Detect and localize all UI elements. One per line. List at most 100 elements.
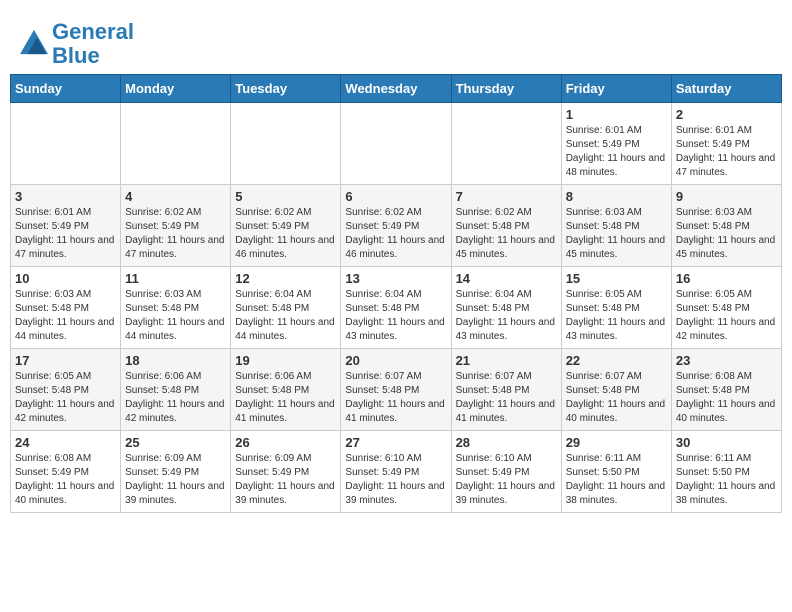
calendar-body: 1 Sunrise: 6:01 AM Sunset: 5:49 PM Daylig… — [11, 103, 782, 513]
day-number: 11 — [125, 271, 226, 286]
cell-info: Sunrise: 6:04 AM Sunset: 5:48 PM Dayligh… — [456, 288, 557, 344]
calendar-week-row: 3 Sunrise: 6:01 AM Sunset: 5:49 PM Daylig… — [11, 185, 782, 267]
logo-icon — [20, 28, 48, 56]
calendar-week-row: 1 Sunrise: 6:01 AM Sunset: 5:49 PM Daylig… — [11, 103, 782, 185]
day-number: 18 — [125, 353, 226, 368]
day-number: 27 — [345, 435, 446, 450]
calendar-cell: 30 Sunrise: 6:11 AM Sunset: 5:50 PM Dayli… — [671, 431, 781, 513]
calendar-cell: 16Sunrise: 6:05 AM Sunset: 5:48 PM Dayli… — [671, 267, 781, 349]
day-number: 23 — [676, 353, 777, 368]
cell-info: Sunrise: 6:05 AM Sunset: 5:48 PM Dayligh… — [15, 370, 116, 426]
cell-info: Sunrise: 6:09 AM Sunset: 5:49 PM Dayligh… — [125, 452, 226, 508]
calendar-header: SundayMondayTuesdayWednesdayThursdayFrid… — [11, 75, 782, 103]
calendar-cell: 15 Sunrise: 6:05 AM Sunset: 5:48 PM Dayli… — [561, 267, 671, 349]
cell-info: Sunrise: 6:09 AM Sunset: 5:49 PM Dayligh… — [235, 452, 336, 508]
day-number: 29 — [566, 435, 667, 450]
cell-info: Sunrise: 6:06 AM Sunset: 5:48 PM Dayligh… — [125, 370, 226, 426]
day-number: 10 — [15, 271, 116, 286]
calendar-cell: 21Sunrise: 6:07 AM Sunset: 5:48 PM Dayli… — [451, 349, 561, 431]
day-number: 17 — [15, 353, 116, 368]
calendar-cell: 24 Sunrise: 6:08 AM Sunset: 5:49 PM Dayli… — [11, 431, 121, 513]
day-number: 15 — [566, 271, 667, 286]
weekday-header: Saturday — [671, 75, 781, 103]
calendar-cell: 22Sunrise: 6:07 AM Sunset: 5:48 PM Dayli… — [561, 349, 671, 431]
cell-info: Sunrise: 6:02 AM Sunset: 5:49 PM Dayligh… — [235, 206, 336, 262]
calendar-cell: 14 Sunrise: 6:04 AM Sunset: 5:48 PM Dayli… — [451, 267, 561, 349]
day-number: 7 — [456, 189, 557, 204]
cell-info: Sunrise: 6:01 AM Sunset: 5:49 PM Dayligh… — [566, 124, 667, 180]
cell-info: Sunrise: 6:01 AM Sunset: 5:49 PM Dayligh… — [676, 124, 777, 180]
cell-info: Sunrise: 6:10 AM Sunset: 5:49 PM Dayligh… — [345, 452, 446, 508]
calendar-cell — [231, 103, 341, 185]
calendar-cell: 18 Sunrise: 6:06 AM Sunset: 5:48 PM Dayli… — [121, 349, 231, 431]
cell-info: Sunrise: 6:10 AM Sunset: 5:49 PM Dayligh… — [456, 452, 557, 508]
cell-info: Sunrise: 6:08 AM Sunset: 5:49 PM Dayligh… — [15, 452, 116, 508]
day-number: 9 — [676, 189, 777, 204]
calendar-cell: 11 Sunrise: 6:03 AM Sunset: 5:48 PM Dayli… — [121, 267, 231, 349]
day-number: 13 — [345, 271, 446, 286]
calendar-week-row: 17 Sunrise: 6:05 AM Sunset: 5:48 PM Dayli… — [11, 349, 782, 431]
cell-info: Sunrise: 6:04 AM Sunset: 5:48 PM Dayligh… — [345, 288, 446, 344]
calendar-table: SundayMondayTuesdayWednesdayThursdayFrid… — [10, 74, 782, 513]
calendar-cell — [451, 103, 561, 185]
calendar-cell — [121, 103, 231, 185]
day-number: 4 — [125, 189, 226, 204]
calendar-cell: 25 Sunrise: 6:09 AM Sunset: 5:49 PM Dayli… — [121, 431, 231, 513]
day-number: 19 — [235, 353, 336, 368]
calendar-cell: 4 Sunrise: 6:02 AM Sunset: 5:49 PM Daylig… — [121, 185, 231, 267]
cell-info: Sunrise: 6:02 AM Sunset: 5:49 PM Dayligh… — [125, 206, 226, 262]
day-number: 25 — [125, 435, 226, 450]
cell-info: Sunrise: 6:07 AM Sunset: 5:48 PM Dayligh… — [566, 370, 667, 426]
day-number: 8 — [566, 189, 667, 204]
day-number: 14 — [456, 271, 557, 286]
page-header: General Blue — [10, 10, 782, 74]
calendar-cell: 5Sunrise: 6:02 AM Sunset: 5:49 PM Daylig… — [231, 185, 341, 267]
day-number: 26 — [235, 435, 336, 450]
cell-info: Sunrise: 6:04 AM Sunset: 5:48 PM Dayligh… — [235, 288, 336, 344]
calendar-cell: 29 Sunrise: 6:11 AM Sunset: 5:50 PM Dayli… — [561, 431, 671, 513]
weekday-header: Sunday — [11, 75, 121, 103]
weekday-header: Monday — [121, 75, 231, 103]
calendar-cell: 26 Sunrise: 6:09 AM Sunset: 5:49 PM Dayli… — [231, 431, 341, 513]
calendar-cell: 9 Sunrise: 6:03 AM Sunset: 5:48 PM Daylig… — [671, 185, 781, 267]
day-number: 16 — [676, 271, 777, 286]
cell-info: Sunrise: 6:02 AM Sunset: 5:49 PM Dayligh… — [345, 206, 446, 262]
calendar-week-row: 10 Sunrise: 6:03 AM Sunset: 5:48 PM Dayli… — [11, 267, 782, 349]
day-number: 30 — [676, 435, 777, 450]
calendar-cell — [11, 103, 121, 185]
cell-info: Sunrise: 6:03 AM Sunset: 5:48 PM Dayligh… — [676, 206, 777, 262]
cell-info: Sunrise: 6:01 AM Sunset: 5:49 PM Dayligh… — [15, 206, 116, 262]
day-number: 2 — [676, 107, 777, 122]
logo-text: General Blue — [52, 20, 134, 68]
cell-info: Sunrise: 6:03 AM Sunset: 5:48 PM Dayligh… — [125, 288, 226, 344]
calendar-cell: 20Sunrise: 6:07 AM Sunset: 5:48 PM Dayli… — [341, 349, 451, 431]
weekday-header-row: SundayMondayTuesdayWednesdayThursdayFrid… — [11, 75, 782, 103]
calendar-cell: 19Sunrise: 6:06 AM Sunset: 5:48 PM Dayli… — [231, 349, 341, 431]
weekday-header: Wednesday — [341, 75, 451, 103]
calendar-cell: 10Sunrise: 6:03 AM Sunset: 5:48 PM Dayli… — [11, 267, 121, 349]
day-number: 20 — [345, 353, 446, 368]
calendar-cell: 1 Sunrise: 6:01 AM Sunset: 5:49 PM Daylig… — [561, 103, 671, 185]
weekday-header: Thursday — [451, 75, 561, 103]
cell-info: Sunrise: 6:07 AM Sunset: 5:48 PM Dayligh… — [456, 370, 557, 426]
calendar-cell: 7 Sunrise: 6:02 AM Sunset: 5:48 PM Daylig… — [451, 185, 561, 267]
calendar-cell — [341, 103, 451, 185]
calendar-cell: 6 Sunrise: 6:02 AM Sunset: 5:49 PM Daylig… — [341, 185, 451, 267]
day-number: 3 — [15, 189, 116, 204]
weekday-header: Friday — [561, 75, 671, 103]
cell-info: Sunrise: 6:03 AM Sunset: 5:48 PM Dayligh… — [566, 206, 667, 262]
day-number: 6 — [345, 189, 446, 204]
logo: General Blue — [20, 20, 134, 68]
calendar-cell: 2 Sunrise: 6:01 AM Sunset: 5:49 PM Daylig… — [671, 103, 781, 185]
weekday-header: Tuesday — [231, 75, 341, 103]
day-number: 24 — [15, 435, 116, 450]
cell-info: Sunrise: 6:08 AM Sunset: 5:48 PM Dayligh… — [676, 370, 777, 426]
cell-info: Sunrise: 6:11 AM Sunset: 5:50 PM Dayligh… — [676, 452, 777, 508]
calendar-cell: 13 Sunrise: 6:04 AM Sunset: 5:48 PM Dayli… — [341, 267, 451, 349]
day-number: 12 — [235, 271, 336, 286]
day-number: 1 — [566, 107, 667, 122]
cell-info: Sunrise: 6:11 AM Sunset: 5:50 PM Dayligh… — [566, 452, 667, 508]
cell-info: Sunrise: 6:05 AM Sunset: 5:48 PM Dayligh… — [566, 288, 667, 344]
calendar-week-row: 24 Sunrise: 6:08 AM Sunset: 5:49 PM Dayli… — [11, 431, 782, 513]
cell-info: Sunrise: 6:02 AM Sunset: 5:48 PM Dayligh… — [456, 206, 557, 262]
